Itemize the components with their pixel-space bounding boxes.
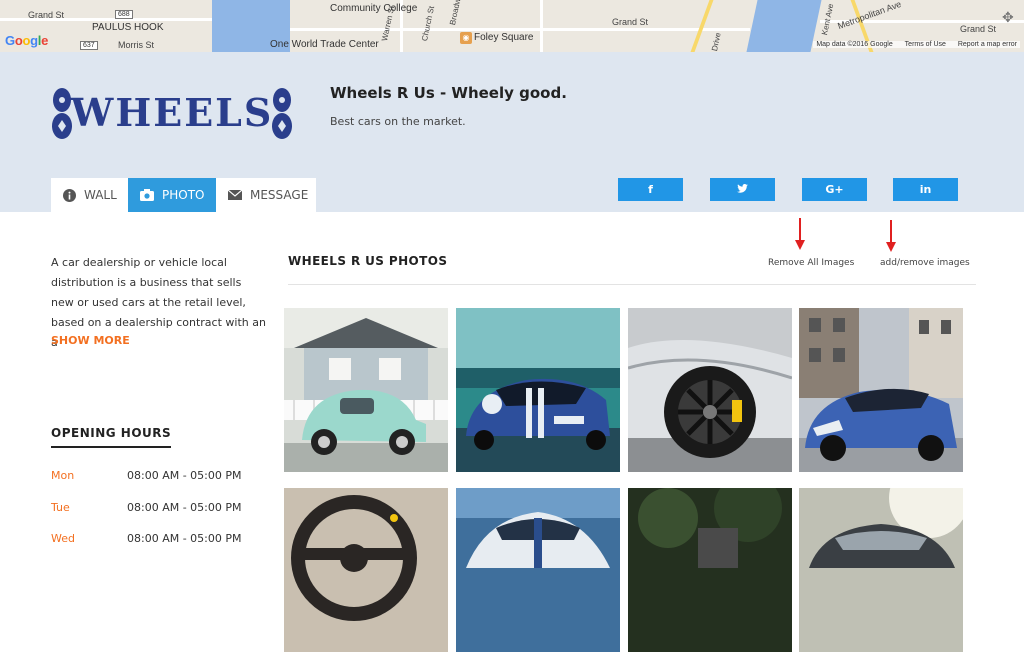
map-label: One World Trade Center (270, 39, 379, 50)
profile-tabs: WALL PHOTO MESSAGE (51, 178, 316, 212)
brand-tagline: Best cars on the market. (330, 115, 466, 128)
linkedin-button[interactable]: in (893, 178, 958, 201)
brand-title: Wheels R Us - Wheely good. (330, 84, 567, 102)
hours-time: 08:00 AM - 05:00 PM (127, 501, 242, 514)
tab-message-label: MESSAGE (250, 188, 309, 202)
camera-icon (140, 188, 154, 202)
profile-header: WHEELS Wheels R Us - Wheely good. Best c… (0, 52, 1024, 212)
red-arrow-annotation (886, 220, 896, 252)
google-plus-icon: G+ (825, 183, 844, 196)
map-label: Grand St (28, 10, 65, 20)
tab-photo-label: PHOTO (162, 188, 205, 202)
facebook-icon: f (648, 183, 653, 196)
map-label: Morris St (118, 40, 154, 50)
tab-photo[interactable]: PHOTO (128, 178, 216, 212)
tab-message[interactable]: MESSAGE (216, 178, 316, 212)
map-pan-icon[interactable]: ✥ (1002, 10, 1016, 24)
gallery-photo-race-car[interactable] (456, 308, 620, 472)
map-route-shield: 688 (115, 10, 133, 19)
remove-all-images-link[interactable]: Remove All Images (768, 258, 854, 268)
tab-wall-label: WALL (84, 188, 117, 202)
twitter-button[interactable] (710, 178, 775, 201)
map-label: Church St (420, 5, 437, 42)
info-icon (63, 188, 76, 202)
map-data-text: Map data ©2016 Google (816, 41, 893, 48)
map-label: Metropolitan Ave (836, 0, 903, 32)
opening-hours-title: OPENING HOURS (51, 426, 172, 448)
map-label: Broadway (448, 0, 465, 26)
map-label: Grand St (960, 24, 997, 34)
gallery-photo-beetle[interactable] (284, 308, 448, 472)
hours-time: 08:00 AM - 05:00 PM (127, 469, 242, 482)
hours-row: Tue 08:00 AM - 05:00 PM (51, 501, 242, 514)
report-map-error-link[interactable]: Report a map error (958, 41, 1017, 48)
hours-row: Wed 08:00 AM - 05:00 PM (51, 532, 242, 545)
tab-wall[interactable]: WALL (51, 178, 128, 212)
map-route-shield: 637 (80, 41, 98, 50)
wheels-logo: WHEELS (52, 88, 292, 139)
google-logo: Google (5, 33, 49, 48)
hours-day: Wed (51, 532, 75, 545)
svg-text:WHEELS: WHEELS (70, 90, 274, 135)
envelope-icon (228, 188, 242, 202)
gallery-photo-supercar[interactable] (628, 308, 792, 472)
map-pin-icon: ◉ (460, 32, 472, 44)
hours-time: 08:00 AM - 05:00 PM (127, 532, 242, 545)
map-label: PAULUS HOOK (92, 22, 164, 33)
map-strip[interactable]: Grand St PAULUS HOOK Morris St 688 637 C… (0, 0, 1024, 52)
gallery-divider (288, 284, 976, 285)
linkedin-icon: in (919, 183, 932, 196)
show-more-link[interactable]: SHOW MORE (51, 334, 130, 347)
hours-day: Tue (51, 501, 70, 514)
map-highway (690, 0, 714, 52)
google-plus-button[interactable]: G+ (802, 178, 867, 201)
map-label: Drive (710, 31, 723, 52)
map-road (540, 0, 543, 52)
gallery-photo-dark-trees[interactable] (628, 488, 792, 652)
hours-day: Mon (51, 469, 75, 482)
gallery-photo-bmw[interactable] (799, 308, 963, 472)
terms-link[interactable]: Terms of Use (905, 41, 946, 48)
map-label: Foley Square (474, 32, 534, 43)
twitter-icon (737, 183, 748, 196)
facebook-button[interactable]: f (618, 178, 683, 201)
add-remove-images-link[interactable]: add/remove images (880, 258, 970, 268)
red-arrow-annotation (795, 218, 805, 250)
gallery-photo-steering[interactable] (284, 488, 448, 652)
map-label: Grand St (612, 17, 649, 27)
hours-row: Mon 08:00 AM - 05:00 PM (51, 469, 242, 482)
map-river-right (746, 0, 822, 52)
map-label: Community College (330, 3, 418, 14)
gallery-photo-sunlit-car[interactable] (799, 488, 963, 652)
map-credits: Map data ©2016 Google Terms of Use Repor… (813, 41, 1020, 48)
map-road (290, 28, 750, 31)
gallery-photo-white-car[interactable] (456, 488, 620, 652)
gallery-title: WHEELS R US PHOTOS (288, 254, 448, 268)
